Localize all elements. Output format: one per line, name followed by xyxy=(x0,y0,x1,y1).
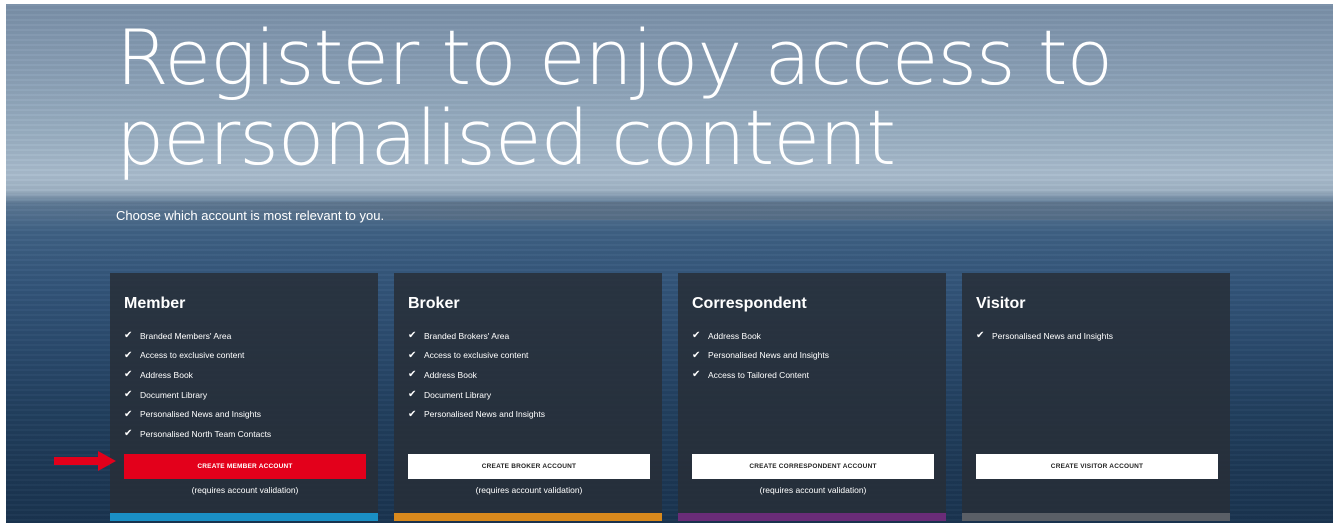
checkmark-icon: ✔ xyxy=(692,330,701,342)
checkmark-icon: ✔ xyxy=(408,408,417,420)
card-accent-bar xyxy=(394,513,662,521)
feature-item: ✔ Personalised News and Insights xyxy=(976,330,1113,342)
feature-list: ✔ Personalised News and Insights xyxy=(976,326,1113,346)
member-card: Member ✔ Branded Members' Area ✔ Access to… xyxy=(110,273,378,521)
feature-item: ✔ Branded Members' Area xyxy=(124,330,232,342)
feature-item: ✔ Address Book xyxy=(408,369,477,381)
visitor-card: Visitor ✔ Personalised News and Insights … xyxy=(962,273,1230,521)
checkmark-icon: ✔ xyxy=(692,349,701,361)
checkmark-icon: ✔ xyxy=(124,408,133,420)
create-visitor-account-button[interactable]: CREATE VISITOR ACCOUNT xyxy=(976,454,1218,479)
create-member-account-button[interactable]: CREATE MEMBER ACCOUNT xyxy=(124,454,366,479)
feature-item: ✔ Access to exclusive content xyxy=(408,349,529,361)
feature-item: ✔ Access to Tailored Content xyxy=(692,369,809,381)
hero-background: Register to enjoy access to personalised… xyxy=(6,4,1333,523)
checkmark-icon: ✔ xyxy=(124,330,133,342)
feature-item: ✔ Address Book xyxy=(124,369,193,381)
feature-item: ✔ Branded Brokers' Area xyxy=(408,330,510,342)
checkmark-icon: ✔ xyxy=(124,349,133,361)
checkmark-icon: ✔ xyxy=(408,330,417,342)
validation-note: (requires account validation) xyxy=(759,485,867,495)
correspondent-card: Correspondent ✔ Address Book ✔ Personalise… xyxy=(678,273,946,521)
checkmark-icon: ✔ xyxy=(124,428,133,440)
feature-item: ✔ Document Library xyxy=(408,389,492,401)
checkmark-icon: ✔ xyxy=(408,349,417,361)
checkmark-icon: ✔ xyxy=(124,369,133,381)
feature-item: ✔ Personalised North Team Contacts xyxy=(124,428,272,440)
card-title: Visitor xyxy=(976,295,1026,312)
create-correspondent-account-button[interactable]: CREATE CORRESPONDENT ACCOUNT xyxy=(692,454,934,479)
checkmark-icon: ✔ xyxy=(124,389,133,401)
card-title: Broker xyxy=(408,295,460,312)
feature-item: ✔ Document Library xyxy=(124,389,208,401)
checkmark-icon: ✔ xyxy=(976,330,985,342)
feature-item: ✔ Access to exclusive content xyxy=(124,349,245,361)
page-headline: Register to enjoy access to personalised… xyxy=(116,18,1113,178)
card-accent-bar xyxy=(110,513,378,521)
validation-note: (requires account validation) xyxy=(191,485,299,495)
feature-list: ✔ Branded Brokers' Area ✔ Access to exclus… xyxy=(408,326,545,424)
page-subtitle: Choose which account is most relevant to… xyxy=(116,208,385,223)
broker-card: Broker ✔ Branded Brokers' Area ✔ Access to… xyxy=(394,273,662,521)
card-title: Correspondent xyxy=(692,295,807,312)
red-arrow-icon xyxy=(54,451,116,471)
card-title: Member xyxy=(124,295,186,312)
checkmark-icon: ✔ xyxy=(408,389,417,401)
checkmark-icon: ✔ xyxy=(408,369,417,381)
feature-item: ✔ Personalised News and Insights xyxy=(124,408,261,420)
feature-list: ✔ Address Book ✔ Personalised News and Ins… xyxy=(692,326,829,385)
feature-item: ✔ Personalised News and Insights xyxy=(408,408,545,420)
headline-line-2: personalised content xyxy=(116,93,896,182)
feature-list: ✔ Branded Members' Area ✔ Access to exclus… xyxy=(124,326,271,444)
feature-item: ✔ Personalised News and Insights xyxy=(692,349,829,361)
checkmark-icon: ✔ xyxy=(692,369,701,381)
validation-note: (requires account validation) xyxy=(475,485,583,495)
headline-line-1: Register to enjoy access to xyxy=(116,13,1113,102)
create-broker-account-button[interactable]: CREATE BROKER ACCOUNT xyxy=(408,454,650,479)
feature-item: ✔ Address Book xyxy=(692,330,761,342)
card-accent-bar xyxy=(962,513,1230,521)
card-accent-bar xyxy=(678,513,946,521)
